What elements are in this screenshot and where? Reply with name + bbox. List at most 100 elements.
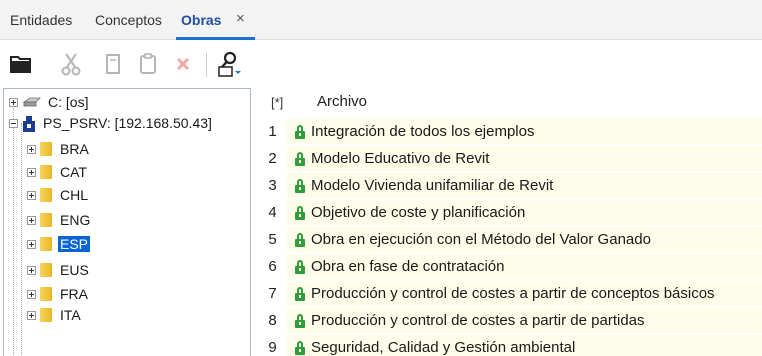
paste-icon[interactable] — [133, 49, 163, 79]
search-icon[interactable] — [214, 49, 244, 79]
row-cell[interactable]: Producción y control de costes a partir … — [287, 281, 762, 307]
tree-folder-bra[interactable]: BRA — [27, 139, 91, 159]
tree-folder-fra[interactable]: FRA — [27, 284, 90, 304]
tree-node-drive[interactable]: C: [os] — [9, 92, 90, 112]
folder-icon — [40, 165, 52, 179]
collapse-icon[interactable] — [9, 118, 18, 128]
table-row[interactable]: 2 Modelo Educativo de Revit — [258, 145, 762, 172]
row-file-name: Integración de todos los ejemplos — [311, 123, 535, 140]
expand-icon[interactable] — [27, 310, 36, 320]
row-file-name: Obra en ejecución con el Método del Valo… — [311, 231, 651, 248]
lock-icon — [295, 124, 305, 139]
row-file-name: Producción y control de costes a partir … — [311, 312, 645, 329]
folder-icon — [40, 188, 52, 202]
column-header-star[interactable]: [*] — [271, 95, 283, 110]
lock-icon — [295, 340, 305, 355]
delete-icon[interactable] — [168, 49, 198, 79]
file-list: [*] Archivo 1 Integración de todos los e… — [258, 88, 762, 356]
tree-node-label: ITA — [60, 307, 81, 323]
row-number: 2 — [268, 150, 277, 167]
expand-icon[interactable] — [27, 239, 36, 249]
lock-icon — [295, 286, 305, 301]
expand-icon[interactable] — [27, 215, 36, 225]
active-tab-indicator — [176, 37, 255, 40]
row-cell[interactable]: Modelo Educativo de Revit — [287, 146, 762, 172]
expand-icon[interactable] — [27, 190, 36, 200]
expand-icon[interactable] — [27, 265, 36, 275]
expand-icon[interactable] — [9, 97, 18, 107]
row-cell[interactable]: Obra en ejecución con el Método del Valo… — [287, 227, 762, 253]
column-header-archivo[interactable]: Archivo — [317, 93, 367, 110]
row-number: 3 — [268, 177, 277, 194]
tree-folder-esp[interactable]: ESP — [27, 234, 91, 254]
table-row[interactable]: 9 Seguridad, Calidad y Gestión ambiental — [258, 334, 762, 356]
tree-folder-cat[interactable]: CAT — [27, 162, 89, 182]
folder-icon — [40, 237, 52, 251]
table-row[interactable]: 5 Obra en ejecución con el Método del Va… — [258, 226, 762, 253]
cut-icon[interactable] — [56, 49, 86, 79]
copy-icon[interactable] — [98, 49, 128, 79]
tree-folder-ita[interactable]: ITA — [27, 305, 83, 325]
tab-obras[interactable]: Obras — [181, 12, 221, 28]
drive-icon — [22, 97, 41, 107]
row-file-name: Modelo Educativo de Revit — [311, 150, 490, 167]
tree-node-label: PS_PSRV: [192.168.50.43] — [43, 115, 212, 131]
folder-tree: C: [os] PS_PSRV: [192.168.50.43] BRA CAT… — [3, 88, 251, 356]
tree-folder-eng[interactable]: ENG — [27, 210, 92, 230]
tree-node-label: CHL — [60, 187, 89, 203]
row-cell[interactable]: Obra en fase de contratación — [287, 254, 762, 280]
tree-node-server[interactable]: PS_PSRV: [192.168.50.43] — [9, 113, 214, 133]
tab-conceptos[interactable]: Conceptos — [95, 12, 162, 28]
row-number: 7 — [268, 285, 277, 302]
row-cell[interactable]: Modelo Vivienda unifamiliar de Revit — [287, 173, 762, 199]
row-file-name: Producción y control de costes a partir … — [311, 285, 715, 302]
row-number: 4 — [268, 204, 277, 221]
table-row[interactable]: 7 Producción y control de costes a parti… — [258, 280, 762, 307]
table-row[interactable]: 3 Modelo Vivienda unifamiliar de Revit — [258, 172, 762, 199]
row-cell[interactable]: Objetivo de coste y planificación — [287, 200, 762, 226]
server-icon — [23, 115, 35, 132]
lock-icon — [295, 313, 305, 328]
tree-folder-eus[interactable]: EUS — [27, 260, 91, 280]
list-header: [*] Archivo — [258, 88, 762, 118]
tree-node-label-selected: ESP — [58, 236, 91, 252]
tab-bar: Entidades Conceptos Obras × — [0, 0, 762, 40]
tree-node-label: FRA — [60, 286, 88, 302]
folder-icon — [40, 263, 52, 277]
toolbar-separator — [206, 53, 207, 77]
toolbar — [0, 41, 762, 87]
row-number: 5 — [268, 231, 277, 248]
row-number: 8 — [268, 312, 277, 329]
row-number: 6 — [268, 258, 277, 275]
table-row[interactable]: 4 Objetivo de coste y planificación — [258, 199, 762, 226]
tree-node-label: C: [os] — [48, 94, 89, 110]
table-row[interactable]: 6 Obra en fase de contratación — [258, 253, 762, 280]
lock-icon — [295, 259, 305, 274]
table-row[interactable]: 8 Producción y control de costes a parti… — [258, 307, 762, 334]
tab-close-icon[interactable]: × — [236, 10, 245, 27]
tree-folder-chl[interactable]: CHL — [27, 185, 90, 205]
tree-node-label: CAT — [60, 164, 87, 180]
folder-icon — [40, 213, 52, 227]
row-file-name: Modelo Vivienda unifamiliar de Revit — [311, 177, 554, 194]
folder-icon — [40, 308, 52, 322]
table-row[interactable]: 1 Integración de todos los ejemplos — [258, 118, 762, 145]
tree-node-label: BRA — [60, 141, 89, 157]
folder-icon — [40, 142, 52, 156]
row-number: 9 — [268, 339, 277, 356]
lock-icon — [295, 151, 305, 166]
tree-node-label: EUS — [60, 262, 89, 278]
row-cell[interactable]: Producción y control de costes a partir … — [287, 308, 762, 334]
expand-icon[interactable] — [27, 167, 36, 177]
lock-icon — [295, 205, 305, 220]
folder-icon — [40, 287, 52, 301]
row-file-name: Seguridad, Calidad y Gestión ambiental — [311, 339, 576, 356]
lock-icon — [295, 232, 305, 247]
row-number: 1 — [268, 123, 277, 140]
open-folder-icon[interactable] — [6, 49, 36, 79]
row-cell[interactable]: Seguridad, Calidad y Gestión ambiental — [287, 335, 762, 356]
expand-icon[interactable] — [27, 144, 36, 154]
expand-icon[interactable] — [27, 289, 36, 299]
row-cell[interactable]: Integración de todos los ejemplos — [287, 119, 762, 145]
tab-entidades[interactable]: Entidades — [10, 12, 72, 28]
